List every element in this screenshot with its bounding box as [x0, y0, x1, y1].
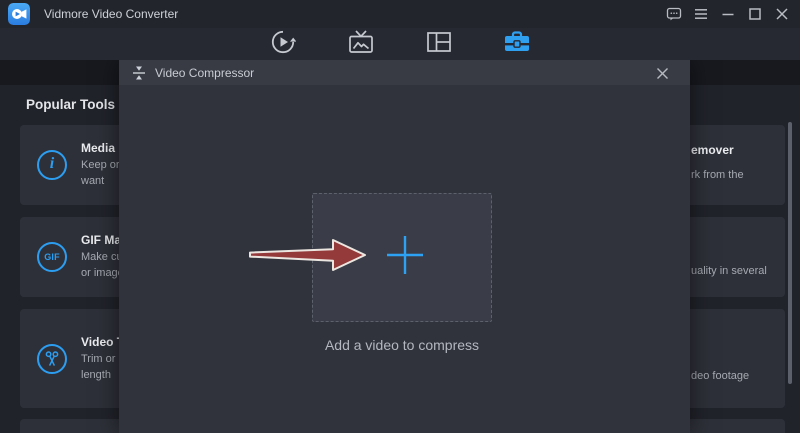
tab-converter[interactable]: [269, 30, 297, 58]
maximize-icon[interactable]: [747, 6, 763, 22]
collage-icon: [427, 32, 451, 57]
minimize-icon[interactable]: [720, 6, 736, 22]
tab-mv[interactable]: [347, 30, 375, 58]
dialog-close-icon[interactable]: [654, 65, 670, 81]
app-logo-icon: [8, 3, 30, 25]
mv-icon: [348, 30, 374, 59]
add-video-dropzone[interactable]: [312, 193, 492, 322]
close-icon[interactable]: [774, 6, 790, 22]
info-icon: i: [37, 150, 67, 180]
vertical-scrollbar-thumb[interactable]: [788, 122, 792, 384]
titlebar: Vidmore Video Converter: [0, 0, 800, 28]
feedback-icon[interactable]: [666, 6, 682, 22]
gif-glyph: GIF: [44, 252, 60, 262]
compress-icon: [132, 66, 146, 80]
dialog-header: Video Compressor: [119, 60, 690, 85]
tool-desc-line: rk from the: [691, 169, 744, 181]
toolbox-icon: [503, 30, 531, 59]
tool-desc-line: deo footage: [691, 370, 749, 382]
tab-toolbox[interactable]: [503, 30, 531, 58]
info-glyph: i: [50, 155, 54, 173]
app-window: Vidmore Video Converter: [0, 0, 800, 433]
menu-icon[interactable]: [693, 6, 709, 22]
tool-title: emover: [691, 143, 734, 157]
tool-desc-line: uality in several: [691, 265, 767, 277]
gif-icon: GIF: [37, 242, 67, 272]
tab-collage[interactable]: [425, 30, 453, 58]
popular-tools-heading: Popular Tools: [26, 97, 115, 112]
dropzone-hint: Add a video to compress: [252, 337, 552, 353]
window-controls: [666, 0, 790, 28]
main-navbar: [0, 28, 800, 60]
scissors-icon: [37, 344, 67, 374]
dialog-title: Video Compressor: [155, 66, 254, 80]
converter-icon: [270, 29, 296, 60]
video-compressor-dialog: Video Compressor Add a video to compress: [119, 60, 690, 433]
window-title: Vidmore Video Converter: [44, 7, 178, 21]
